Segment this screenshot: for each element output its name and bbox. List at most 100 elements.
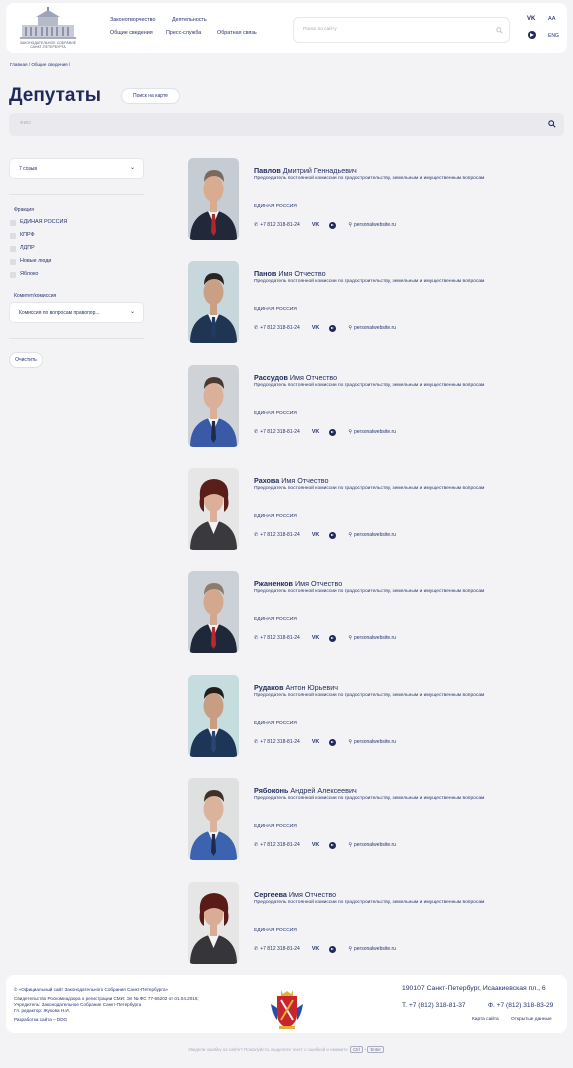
deputy-portrait-icon bbox=[190, 273, 237, 343]
telegram-icon[interactable] bbox=[329, 738, 337, 746]
footer-phone[interactable]: Т. +7 (812) 318-81-37 bbox=[402, 1002, 466, 1009]
breadcrumb[interactable]: Главная / Общие сведения / bbox=[10, 62, 70, 67]
deputy-photo[interactable] bbox=[188, 778, 239, 860]
vk-icon[interactable]: VK bbox=[527, 16, 535, 22]
faction-checkbox-yabloko[interactable] bbox=[10, 272, 16, 278]
vk-icon[interactable]: VK bbox=[312, 532, 320, 538]
deputy-name[interactable]: Сергеева Имя Отчество bbox=[254, 890, 336, 899]
deputy-portrait-icon bbox=[190, 893, 237, 964]
deputy-website[interactable]: ⚲ personalwebsite.ru bbox=[348, 635, 396, 641]
telegram-icon[interactable] bbox=[329, 324, 337, 332]
deputy-website-url: personalwebsite.ru bbox=[354, 222, 396, 228]
deputy-portrait-icon bbox=[190, 790, 237, 860]
deputy-phone[interactable]: ✆ +7 812 318-81-24 bbox=[254, 222, 300, 228]
telegram-icon[interactable] bbox=[329, 428, 337, 436]
deputy-photo[interactable] bbox=[188, 571, 239, 653]
enter-key: Enter bbox=[367, 1046, 384, 1053]
vk-icon[interactable]: VK bbox=[312, 946, 320, 952]
faction-checkbox-kprf[interactable] bbox=[10, 233, 16, 239]
deputy-last-name: Рассудов bbox=[254, 373, 288, 382]
telegram-icon[interactable] bbox=[528, 31, 536, 39]
vk-icon[interactable]: VK bbox=[312, 842, 320, 848]
faction-checkbox-er[interactable] bbox=[10, 220, 16, 226]
faction-checkbox-ldpr[interactable] bbox=[10, 246, 16, 252]
deputy-phone[interactable]: ✆ +7 812 318-81-24 bbox=[254, 946, 300, 952]
nav-general-info[interactable]: Общие сведения bbox=[110, 30, 153, 36]
deputy-last-name: Сергеева bbox=[254, 890, 287, 899]
nav-activity[interactable]: Деятельность bbox=[172, 17, 207, 23]
deputy-photo[interactable] bbox=[188, 675, 239, 757]
deputy-phone-number: +7 812 318-81-24 bbox=[260, 429, 300, 435]
deputy-photo[interactable] bbox=[188, 261, 239, 343]
phone-icon: ✆ bbox=[254, 946, 259, 952]
deputy-last-name: Рудаков bbox=[254, 683, 284, 692]
nav-feedback[interactable]: Обратная связь bbox=[217, 30, 257, 36]
clear-filters-button[interactable]: Очистить bbox=[9, 352, 43, 368]
convocation-select[interactable]: 7 созыв ⌄ bbox=[9, 158, 144, 179]
telegram-icon[interactable] bbox=[329, 531, 337, 539]
deputy-phone[interactable]: ✆ +7 812 318-81-24 bbox=[254, 532, 300, 538]
link-icon: ⚲ bbox=[348, 429, 352, 435]
deputy-name[interactable]: Панов Имя Отчество bbox=[254, 269, 326, 278]
footer-sitemap-link[interactable]: Карта сайта bbox=[472, 1017, 499, 1023]
telegram-icon[interactable] bbox=[329, 945, 337, 953]
nav-lawmaking[interactable]: Законотворчество bbox=[110, 17, 155, 23]
deputy-position: Председатель постоянной комиссии по град… bbox=[254, 900, 485, 905]
deputy-name[interactable]: Рахова Имя Отчество bbox=[254, 476, 328, 485]
vk-icon[interactable]: VK bbox=[312, 325, 320, 331]
deputy-phone[interactable]: ✆ +7 812 318-81-24 bbox=[254, 635, 300, 641]
deputy-photo[interactable] bbox=[188, 158, 239, 240]
telegram-icon[interactable] bbox=[329, 634, 337, 642]
link-icon: ⚲ bbox=[348, 325, 352, 331]
committee-value: Комиссия по вопросам правопор... bbox=[19, 310, 100, 316]
deputy-website[interactable]: ⚲ personalwebsite.ru bbox=[348, 739, 396, 745]
search-icon[interactable] bbox=[496, 27, 503, 34]
deputy-phone[interactable]: ✆ +7 812 318-81-24 bbox=[254, 739, 300, 745]
vk-icon[interactable]: VK bbox=[312, 739, 320, 745]
site-search-input[interactable]: Поиск по сайту bbox=[293, 17, 510, 43]
deputy-position: Председатель постоянной комиссии по град… bbox=[254, 486, 485, 491]
footer-open-data-link[interactable]: Открытые данные bbox=[511, 1017, 552, 1023]
nav-press-service[interactable]: Пресс-служба bbox=[166, 30, 201, 36]
telegram-icon[interactable] bbox=[329, 841, 337, 849]
deputy-name[interactable]: Павлов Дмитрий Геннадьевич bbox=[254, 166, 357, 175]
deputy-phone[interactable]: ✆ +7 812 318-81-24 bbox=[254, 325, 300, 331]
deputy-photo[interactable] bbox=[188, 365, 239, 447]
deputy-name[interactable]: Рассудов Имя Отчество bbox=[254, 373, 337, 382]
page-title: Депутаты bbox=[9, 85, 102, 106]
deputy-contacts: ✆ +7 812 318-81-24 VK ⚲ personalwebsite.ru bbox=[254, 945, 396, 953]
vk-icon[interactable]: VK bbox=[312, 635, 320, 641]
telegram-icon[interactable] bbox=[329, 221, 337, 229]
language-switch[interactable]: ENG bbox=[548, 33, 559, 39]
divider bbox=[9, 194, 144, 195]
deputy-website-url: personalwebsite.ru bbox=[354, 429, 396, 435]
deputy-website[interactable]: ⚲ personalwebsite.ru bbox=[348, 532, 396, 538]
committee-select[interactable]: Комиссия по вопросам правопор... ⌄ bbox=[9, 302, 144, 323]
vk-icon[interactable]: VK bbox=[312, 429, 320, 435]
deputy-website[interactable]: ⚲ personalwebsite.ru bbox=[348, 429, 396, 435]
footer-copyright: © «Официальный сайт Законодательного Соб… bbox=[14, 987, 169, 992]
fio-search-input[interactable]: ФИО bbox=[9, 113, 564, 136]
deputy-website[interactable]: ⚲ personalwebsite.ru bbox=[348, 842, 396, 848]
faction-label-er: ЕДИНАЯ РОССИЯ bbox=[20, 219, 68, 225]
deputy-photo[interactable] bbox=[188, 882, 239, 964]
map-search-button[interactable]: Поиск на карте bbox=[121, 88, 180, 104]
deputy-name[interactable]: Ржаненков Имя Отчество bbox=[254, 579, 342, 588]
search-icon[interactable] bbox=[548, 120, 556, 128]
link-icon: ⚲ bbox=[348, 532, 352, 538]
deputy-website[interactable]: ⚲ personalwebsite.ru bbox=[348, 946, 396, 952]
deputy-faction: ЕДИНАЯ РОССИЯ bbox=[254, 204, 297, 209]
deputy-photo[interactable] bbox=[188, 468, 239, 550]
deputy-phone[interactable]: ✆ +7 812 318-81-24 bbox=[254, 842, 300, 848]
font-size-icon[interactable]: AA bbox=[548, 16, 555, 22]
footer-developer-link[interactable]: Разработка сайта – DDG bbox=[14, 1017, 67, 1023]
vk-icon[interactable]: VK bbox=[312, 222, 320, 228]
deputy-phone[interactable]: ✆ +7 812 318-81-24 bbox=[254, 429, 300, 435]
deputy-name[interactable]: Рябоконь Андрей Алексеевич bbox=[254, 786, 357, 795]
faction-checkbox-new-people[interactable] bbox=[10, 259, 16, 265]
deputy-website[interactable]: ⚲ personalwebsite.ru bbox=[348, 222, 396, 228]
link-icon: ⚲ bbox=[348, 842, 352, 848]
deputy-website[interactable]: ⚲ personalwebsite.ru bbox=[348, 325, 396, 331]
deputy-website-url: personalwebsite.ru bbox=[354, 842, 396, 848]
deputy-name[interactable]: Рудаков Антон Юрьевич bbox=[254, 683, 338, 692]
